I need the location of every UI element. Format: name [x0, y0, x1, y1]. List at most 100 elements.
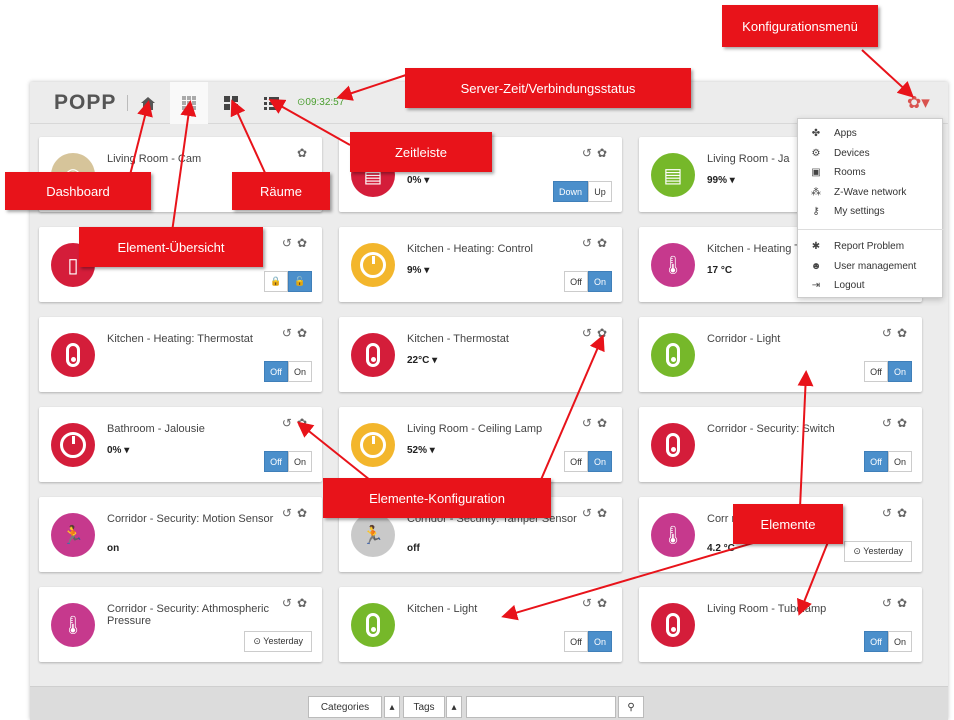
element-actions: ↺✿ [582, 506, 612, 520]
element-controls: Off On [563, 271, 612, 292]
search-button[interactable]: ⚲ [618, 696, 644, 718]
timeline-nav-button[interactable] [252, 82, 290, 124]
element-card: Corridor - Security: Switch ↺✿ Off On [639, 407, 922, 482]
dashboard-nav-button[interactable] [129, 82, 167, 124]
control-button[interactable]: Off [863, 451, 888, 472]
menu-item-user-management[interactable]: ☻ User management [798, 257, 944, 276]
gear-icon[interactable]: ✿ [297, 416, 312, 430]
history-icon[interactable]: ↺ [882, 506, 897, 520]
control-button[interactable]: On [887, 451, 912, 472]
gear-icon[interactable]: ✿ [297, 506, 312, 520]
control-button[interactable]: Off [263, 361, 288, 382]
history-icon[interactable]: ↺ [582, 596, 597, 610]
element-actions: ↺✿ [582, 596, 612, 610]
element-value[interactable]: 4.2 °C [707, 543, 735, 554]
history-icon[interactable]: ↺ [582, 146, 597, 160]
menu-item-logout[interactable]: ⇥ Logout [798, 276, 944, 295]
element-card: Kitchen - Light ↺✿ Off On [339, 587, 622, 662]
element-actions: ↺✿ [882, 416, 912, 430]
control-button[interactable]: ⊙ Yesterday [244, 631, 312, 652]
history-icon[interactable]: ↺ [582, 506, 597, 520]
categories-button[interactable]: Categories [308, 696, 382, 718]
element-value[interactable]: 9% ▾ [407, 265, 429, 276]
menu-item-label: My settings [834, 206, 885, 217]
menu-item-rooms[interactable]: ▣ Rooms [798, 163, 944, 182]
history-icon[interactable]: ↺ [282, 416, 297, 430]
switch-icon [351, 603, 395, 647]
control-button[interactable]: On [287, 361, 312, 382]
element-actions: ↺✿ [282, 506, 312, 520]
history-icon[interactable]: ↺ [282, 596, 297, 610]
gear-icon[interactable]: ✿ [297, 596, 312, 610]
control-button[interactable]: Off [563, 631, 588, 652]
gear-icon[interactable]: ✿ [897, 506, 912, 520]
gear-icon[interactable]: ✿ [897, 326, 912, 340]
control-button[interactable]: On [587, 631, 612, 652]
elements-nav-button[interactable] [170, 82, 208, 124]
search-input[interactable] [466, 696, 616, 718]
control-button[interactable]: Off [863, 631, 888, 652]
element-value[interactable]: 22°C ▾ [407, 355, 437, 366]
control-button[interactable]: Down [552, 181, 588, 202]
menu-item-devices[interactable]: ⚙ Devices [798, 144, 944, 163]
dial-icon-glyph [360, 252, 386, 278]
gear-icon[interactable]: ✿ [297, 236, 312, 250]
element-value[interactable]: 0% ▾ [407, 175, 429, 186]
control-button[interactable]: Off [863, 361, 888, 382]
callout-timeline: Zeitleiste [350, 132, 492, 172]
history-icon[interactable]: ↺ [882, 596, 897, 610]
gear-icon[interactable]: ✿ [297, 326, 312, 340]
element-value[interactable]: off [407, 543, 420, 554]
history-icon[interactable]: ↺ [582, 236, 597, 250]
gear-icon[interactable]: ✿ [897, 596, 912, 610]
history-icon[interactable]: ↺ [282, 326, 297, 340]
gear-icon[interactable]: ✿ [597, 236, 612, 250]
control-button[interactable]: On [587, 271, 612, 292]
element-value[interactable]: 17 °C [707, 265, 732, 276]
control-button[interactable]: 🔒 [264, 271, 288, 292]
gear-icon[interactable]: ✿ [897, 416, 912, 430]
tags-toggle[interactable]: ▴ [446, 696, 462, 718]
element-controls: Off On [863, 361, 912, 382]
control-button[interactable]: ⊙ Yesterday [844, 541, 912, 562]
control-button[interactable]: Up [588, 181, 612, 202]
history-icon[interactable]: ↺ [282, 236, 297, 250]
control-button[interactable]: 🔓 [288, 271, 312, 292]
control-button[interactable]: Off [563, 451, 588, 472]
config-menu-button[interactable]: ✿▾ [907, 93, 930, 113]
control-button[interactable]: On [887, 361, 912, 382]
categories-toggle[interactable]: ▴ [384, 696, 400, 718]
control-button[interactable]: On [287, 451, 312, 472]
gear-icon[interactable]: ✿ [597, 506, 612, 520]
element-value[interactable]: 0% ▾ [107, 445, 129, 456]
rooms-nav-button[interactable] [212, 82, 250, 124]
gear-icon[interactable]: ✿ [597, 326, 612, 340]
history-icon[interactable]: ↺ [882, 416, 897, 430]
element-actions: ✿ [297, 146, 312, 160]
control-button[interactable]: Off [263, 451, 288, 472]
element-actions: ↺✿ [882, 326, 912, 340]
history-icon[interactable]: ↺ [582, 326, 597, 340]
element-value[interactable]: 52% ▾ [407, 445, 435, 456]
apps-icon: ✤ [811, 128, 821, 139]
menu-item-z-wave-network[interactable]: ⁂ Z-Wave network [798, 183, 944, 202]
element-value[interactable]: 99% ▾ [707, 175, 735, 186]
gear-icon[interactable]: ✿ [597, 416, 612, 430]
control-button[interactable]: On [887, 631, 912, 652]
thermometer-icon-glyph: 🌡 [61, 614, 85, 635]
motion-icon: 🏃 [51, 513, 95, 557]
history-icon[interactable]: ↺ [882, 326, 897, 340]
gear-icon[interactable]: ✿ [297, 146, 312, 160]
menu-item-apps[interactable]: ✤ Apps [798, 124, 944, 143]
history-icon[interactable]: ↺ [582, 416, 597, 430]
element-value[interactable]: on [107, 543, 119, 554]
grid-icon [182, 96, 196, 110]
menu-item-report-problem[interactable]: ✱ Report Problem [798, 237, 944, 256]
history-icon[interactable]: ↺ [282, 506, 297, 520]
gear-icon[interactable]: ✿ [597, 596, 612, 610]
gear-icon[interactable]: ✿ [597, 146, 612, 160]
control-button[interactable]: Off [563, 271, 588, 292]
control-button[interactable]: On [587, 451, 612, 472]
menu-item-my-settings[interactable]: ⚷ My settings [798, 202, 944, 221]
tags-button[interactable]: Tags [403, 696, 445, 718]
